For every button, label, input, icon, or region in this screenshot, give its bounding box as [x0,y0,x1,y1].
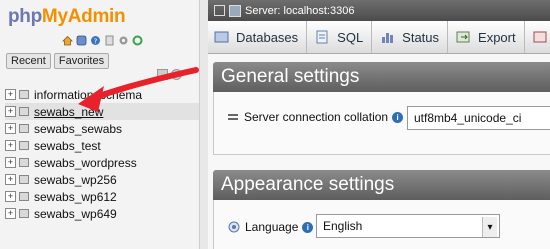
settings-icon[interactable] [118,35,129,46]
collapse-all-icon[interactable] [157,69,168,80]
language-label: Language i [228,220,314,234]
help-icon[interactable]: i [302,221,314,233]
phpmyadmin-logo[interactable]: phpMyAdmin [8,6,126,28]
server-label[interactable]: Server: localhost:3306 [245,5,354,17]
database-tree: + information_schema + sewabs_new + sewa… [5,86,199,222]
database-item[interactable]: + sewabs_test [5,137,199,154]
expand-icon[interactable]: + [5,89,16,100]
database-item-active[interactable]: + sewabs_new [5,103,199,120]
expand-icon[interactable]: + [5,174,16,185]
language-label-text: Language [245,220,299,234]
section-title: General settings [213,62,550,92]
section-body: Server connection collation i utf8mb4_un… [213,92,550,155]
collapse-icon[interactable] [214,5,225,16]
reload-icon[interactable] [132,35,143,46]
menu-export[interactable]: Export [448,21,525,53]
database-item[interactable]: + sewabs_wp256 [5,171,199,188]
menu-label: SQL [337,29,364,45]
main-panel: Server: localhost:3306 Databases SQL Sta… [208,0,550,249]
menu-label: Status [402,29,440,45]
databases-icon [214,31,229,43]
tab-recent[interactable]: Recent [6,53,51,69]
sql-icon [316,30,328,44]
chevron-down-icon[interactable]: ▾ [482,217,497,237]
collation-select[interactable]: utf8mb4_unicode_ci [407,106,550,130]
database-name[interactable]: information_schema [34,88,142,102]
expand-icon[interactable]: + [5,123,16,134]
section-body: Language i English ▾ [213,200,550,249]
home-icon[interactable] [62,35,73,46]
database-icon [19,107,29,116]
database-item[interactable]: + information_schema [5,86,199,103]
database-name[interactable]: sewabs_wp649 [34,207,117,221]
top-menu: Databases SQL Status Export [208,21,550,54]
logo-myadmin-text: MyAdmin [41,6,126,27]
database-icon [19,175,29,184]
import-icon [533,31,547,43]
collation-label: Server connection collation i [228,110,404,124]
link-icon[interactable] [171,69,182,80]
database-icon [19,192,29,201]
logo-php-text: php [8,6,42,27]
database-item[interactable]: + sewabs_wp612 [5,188,199,205]
database-name[interactable]: sewabs_new [34,105,103,119]
help-icon[interactable]: ? [90,35,101,46]
nav-tabs: Recent Favorites [6,53,110,69]
tree-controls [157,69,182,80]
expand-icon[interactable]: + [5,208,16,219]
status-icon [382,33,394,43]
language-value: English [323,219,363,233]
language-select[interactable]: English ▾ [316,214,500,238]
docs-icon[interactable] [104,35,115,46]
menu-more[interactable] [525,21,550,53]
server-icon [229,4,241,17]
database-name[interactable]: sewabs_test [34,139,101,153]
section-title: Appearance settings [213,170,550,200]
svg-text:?: ? [94,37,98,45]
database-name[interactable]: sewabs_wp612 [34,190,117,204]
menu-databases[interactable]: Databases [208,21,308,53]
database-icon [19,141,29,150]
expand-icon[interactable]: + [5,106,16,117]
database-icon [19,158,29,167]
menu-sql[interactable]: SQL [307,21,373,53]
help-icon[interactable]: i [392,111,404,123]
collation-value: utf8mb4_unicode_ci [414,111,522,125]
tab-favorites[interactable]: Favorites [53,53,110,69]
general-settings-section: General settings Server connection colla… [213,62,550,155]
expand-icon[interactable]: + [5,157,16,168]
expand-icon[interactable]: + [5,140,16,151]
export-icon [456,31,470,43]
database-icon [19,90,29,99]
database-name[interactable]: sewabs_sewabs [34,122,122,136]
expand-icon[interactable]: + [5,191,16,202]
database-item[interactable]: + sewabs_sewabs [5,120,199,137]
database-name[interactable]: sewabs_wp256 [34,173,117,187]
database-icon [19,124,29,133]
menu-label: Export [478,29,516,45]
navigation-panel: phpMyAdmin ? Recent Favorites + informat… [0,0,199,249]
nav-icon-bar: ? [62,35,143,46]
menu-status[interactable]: Status [372,21,449,53]
language-icon [228,221,240,233]
database-item[interactable]: + sewabs_wp649 [5,205,199,222]
menu-label: Databases [236,29,299,45]
collation-icon [228,113,238,120]
server-breadcrumb-bar: Server: localhost:3306 [208,0,550,21]
database-icon [19,209,29,218]
logout-icon[interactable] [76,35,87,46]
collation-label-text: Server connection collation [244,110,389,124]
appearance-settings-section: Appearance settings Language i English ▾ [213,170,550,249]
database-item[interactable]: + sewabs_wordpress [5,154,199,171]
database-name[interactable]: sewabs_wordpress [34,156,137,170]
